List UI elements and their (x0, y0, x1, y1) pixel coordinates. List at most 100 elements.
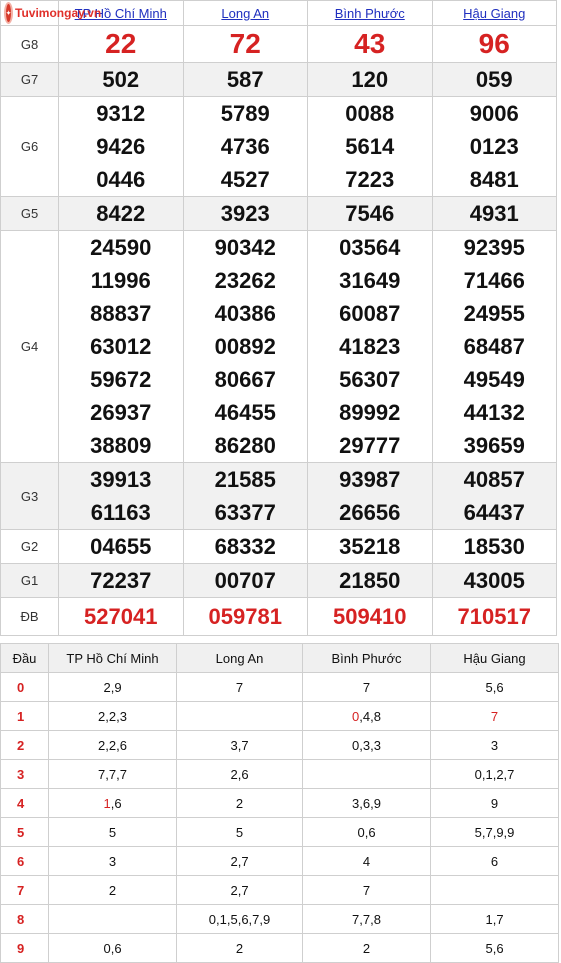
province-link-hau-giang[interactable]: Hậu Giang (463, 6, 525, 21)
logo-text: Tuvimongay.vn (15, 6, 102, 20)
prize-number: 29777 (339, 433, 401, 458)
loto-cell: 2 (176, 933, 303, 963)
loto-digit: 8 (373, 911, 381, 927)
prize-number: 86280 (214, 433, 276, 458)
prize-number: 4736 (220, 134, 270, 159)
loto-digit: 5 (485, 679, 493, 695)
prize-number: 5614 (345, 134, 395, 159)
loto-cell: 2 (48, 875, 177, 905)
loto-cell: 6 (430, 846, 559, 876)
loto-cell (48, 904, 177, 934)
loto-digit: 6 (114, 795, 122, 811)
prize-number: 31649 (339, 268, 401, 293)
loto-dau: 3 (0, 759, 49, 789)
prize-number: 21850 (339, 568, 401, 593)
prize-row: G4 24590 11996 88837 63012 59672 26937 38809 903… (0, 230, 557, 463)
prize-cell: 72 (182, 25, 308, 63)
loto-row: 0 2,9 7 7 5,6 (0, 672, 559, 702)
loto-dau: 4 (0, 788, 49, 818)
loto-digit: 1 (485, 911, 493, 927)
prize-cell: 39913 61163 (58, 462, 184, 530)
loto-header-binh-phuoc: Bình Phước (302, 643, 431, 673)
loto-cell: 0,6 (302, 817, 431, 847)
prize-cell: 00707 (182, 563, 308, 598)
prize-number: 8422 (96, 201, 146, 226)
loto-cell: 7,7,8 (302, 904, 431, 934)
loto-cell: 0,3,3 (302, 730, 431, 760)
loto-digit: 3 (230, 737, 238, 753)
loto-cell: 0,6 (48, 933, 177, 963)
loto-row: 2 2,2,6 3,7 0,3,3 3 (0, 730, 559, 760)
loto-digit: 3 (373, 737, 381, 753)
prize-row: G6 9312 9426 0446 5789 4736 4527 0088 5614 7223 90… (0, 96, 557, 197)
loto-digit: 2 (108, 737, 117, 753)
loto-cell: 7 (176, 672, 303, 702)
prize-number: 0123 (469, 134, 519, 159)
prize-number: 7223 (345, 167, 395, 192)
prize-cell: 24590 11996 88837 63012 59672 26937 38809 (58, 230, 184, 463)
prize-number: 71466 (463, 268, 525, 293)
loto-cell: 2,7 (176, 875, 303, 905)
loto-digit: 0 (352, 708, 360, 724)
prize-number: 43 (354, 28, 386, 59)
prize-label: G1 (0, 563, 59, 598)
loto-row: 4 1,6 2 3,6,9 9 (0, 788, 559, 818)
prize-number: 00892 (214, 334, 276, 359)
loto-digit: 7 (241, 737, 249, 753)
prize-cell: 93987 26656 (307, 462, 433, 530)
loto-cell: 1,6 (48, 788, 177, 818)
site-logo[interactable]: ✦ Tuvimongay.vn (1, 2, 101, 24)
loto-digit: 7 (235, 679, 244, 695)
province-link-binh-phuoc[interactable]: Bình Phước (335, 6, 405, 21)
prize-cell: 9006 0123 8481 (431, 96, 557, 197)
loto-cell: 2 (176, 788, 303, 818)
prize-number: 9426 (96, 134, 146, 159)
loto-cell: 2,2,6 (48, 730, 177, 760)
prize-cell: 509410 (307, 597, 433, 636)
loto-digit: 1 (485, 766, 493, 782)
prize-number: 35218 (339, 534, 401, 559)
prize-number: 60087 (339, 301, 401, 326)
prize-label: G4 (0, 230, 59, 463)
prize-number: 40857 (463, 467, 525, 492)
prize-cell: 0088 5614 7223 (307, 96, 433, 197)
loto-digit: 7 (490, 708, 499, 724)
loto-cell: 5,6 (430, 672, 559, 702)
loto-header-hcm: TP Hồ Chí Minh (48, 643, 177, 673)
loto-digit: 7 (362, 911, 371, 927)
prize-number: 88837 (90, 301, 152, 326)
prize-number: 9006 (469, 101, 519, 126)
loto-header-hau-giang: Hậu Giang (430, 643, 559, 673)
prize-row: G7 502 587 120 059 (0, 62, 557, 97)
loto-cell: 7 (430, 701, 559, 731)
loto-digit: 5 (230, 911, 238, 927)
loto-digit: 6 (119, 737, 127, 753)
province-header: Bình Phước (307, 0, 433, 26)
loto-digit: 8 (373, 708, 381, 724)
loto-digit: 2 (235, 940, 244, 956)
prize-number: 21585 (214, 467, 276, 492)
loto-digit: 4 (362, 708, 371, 724)
prize-number: 63012 (90, 334, 152, 359)
loto-cell: 5,7,9,9 (430, 817, 559, 847)
loto-digit: 5 (485, 940, 493, 956)
prize-number: 26656 (339, 500, 401, 525)
loto-digit: 2 (496, 766, 504, 782)
loto-digit: 7 (496, 911, 504, 927)
province-link-long-an[interactable]: Long An (221, 6, 269, 21)
prize-cell: 04655 (58, 529, 184, 564)
prize-number: 18530 (463, 534, 525, 559)
prize-cell: 4931 (431, 196, 557, 231)
loto-digit: 2 (362, 940, 371, 956)
prize-number: 7546 (345, 201, 395, 226)
loto-digit: 0 (357, 824, 365, 840)
prize-cell: 68332 (182, 529, 308, 564)
loto-digit: 7 (507, 766, 515, 782)
prize-cell: 9312 9426 0446 (58, 96, 184, 197)
loto-digit: 2 (98, 708, 106, 724)
loto-digit: 2 (230, 853, 238, 869)
loto-digit: 9 (263, 911, 271, 927)
province-header: Long An (182, 0, 308, 26)
loto-header-row: Đầu TP Hồ Chí Minh Long An Bình Phước Hậ… (0, 643, 559, 673)
prize-cell: 03564 31649 60087 41823 56307 89992 29777 (307, 230, 433, 463)
